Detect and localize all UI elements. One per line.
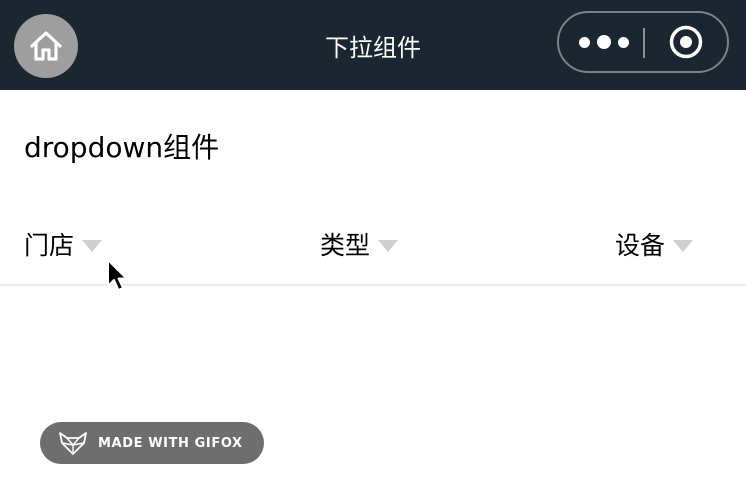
dropdown-store[interactable]: 门店 (24, 224, 103, 264)
mini-program-capsule (557, 11, 729, 73)
watermark-text: MADE WITH GIFOX (98, 435, 243, 451)
gifox-fox-logo (59, 432, 87, 455)
dropdown-device[interactable]: 设备 (615, 224, 694, 264)
more-dots-icon (597, 35, 611, 49)
more-dots-icon (579, 36, 590, 48)
target-circle-icon[interactable] (669, 25, 703, 59)
caret-down-icon (378, 240, 399, 252)
dropdown-label: 设备 (615, 231, 666, 260)
navigation-bar: 下拉组件 (0, 0, 746, 90)
home-icon (30, 31, 62, 61)
capsule-divider (643, 28, 645, 58)
caret-down-icon (82, 240, 103, 252)
section-title: dropdown组件 (24, 131, 220, 164)
more-button[interactable] (579, 13, 629, 71)
mouse-cursor-icon (107, 259, 128, 291)
more-dots-icon (618, 36, 629, 48)
caret-down-icon (673, 240, 694, 252)
dropdown-label: 类型 (320, 231, 371, 260)
dropdown-type[interactable]: 类型 (320, 224, 399, 264)
home-button[interactable] (14, 14, 78, 78)
gifox-watermark-badge: MADE WITH GIFOX (40, 422, 264, 464)
dropdown-label: 门店 (24, 231, 75, 260)
